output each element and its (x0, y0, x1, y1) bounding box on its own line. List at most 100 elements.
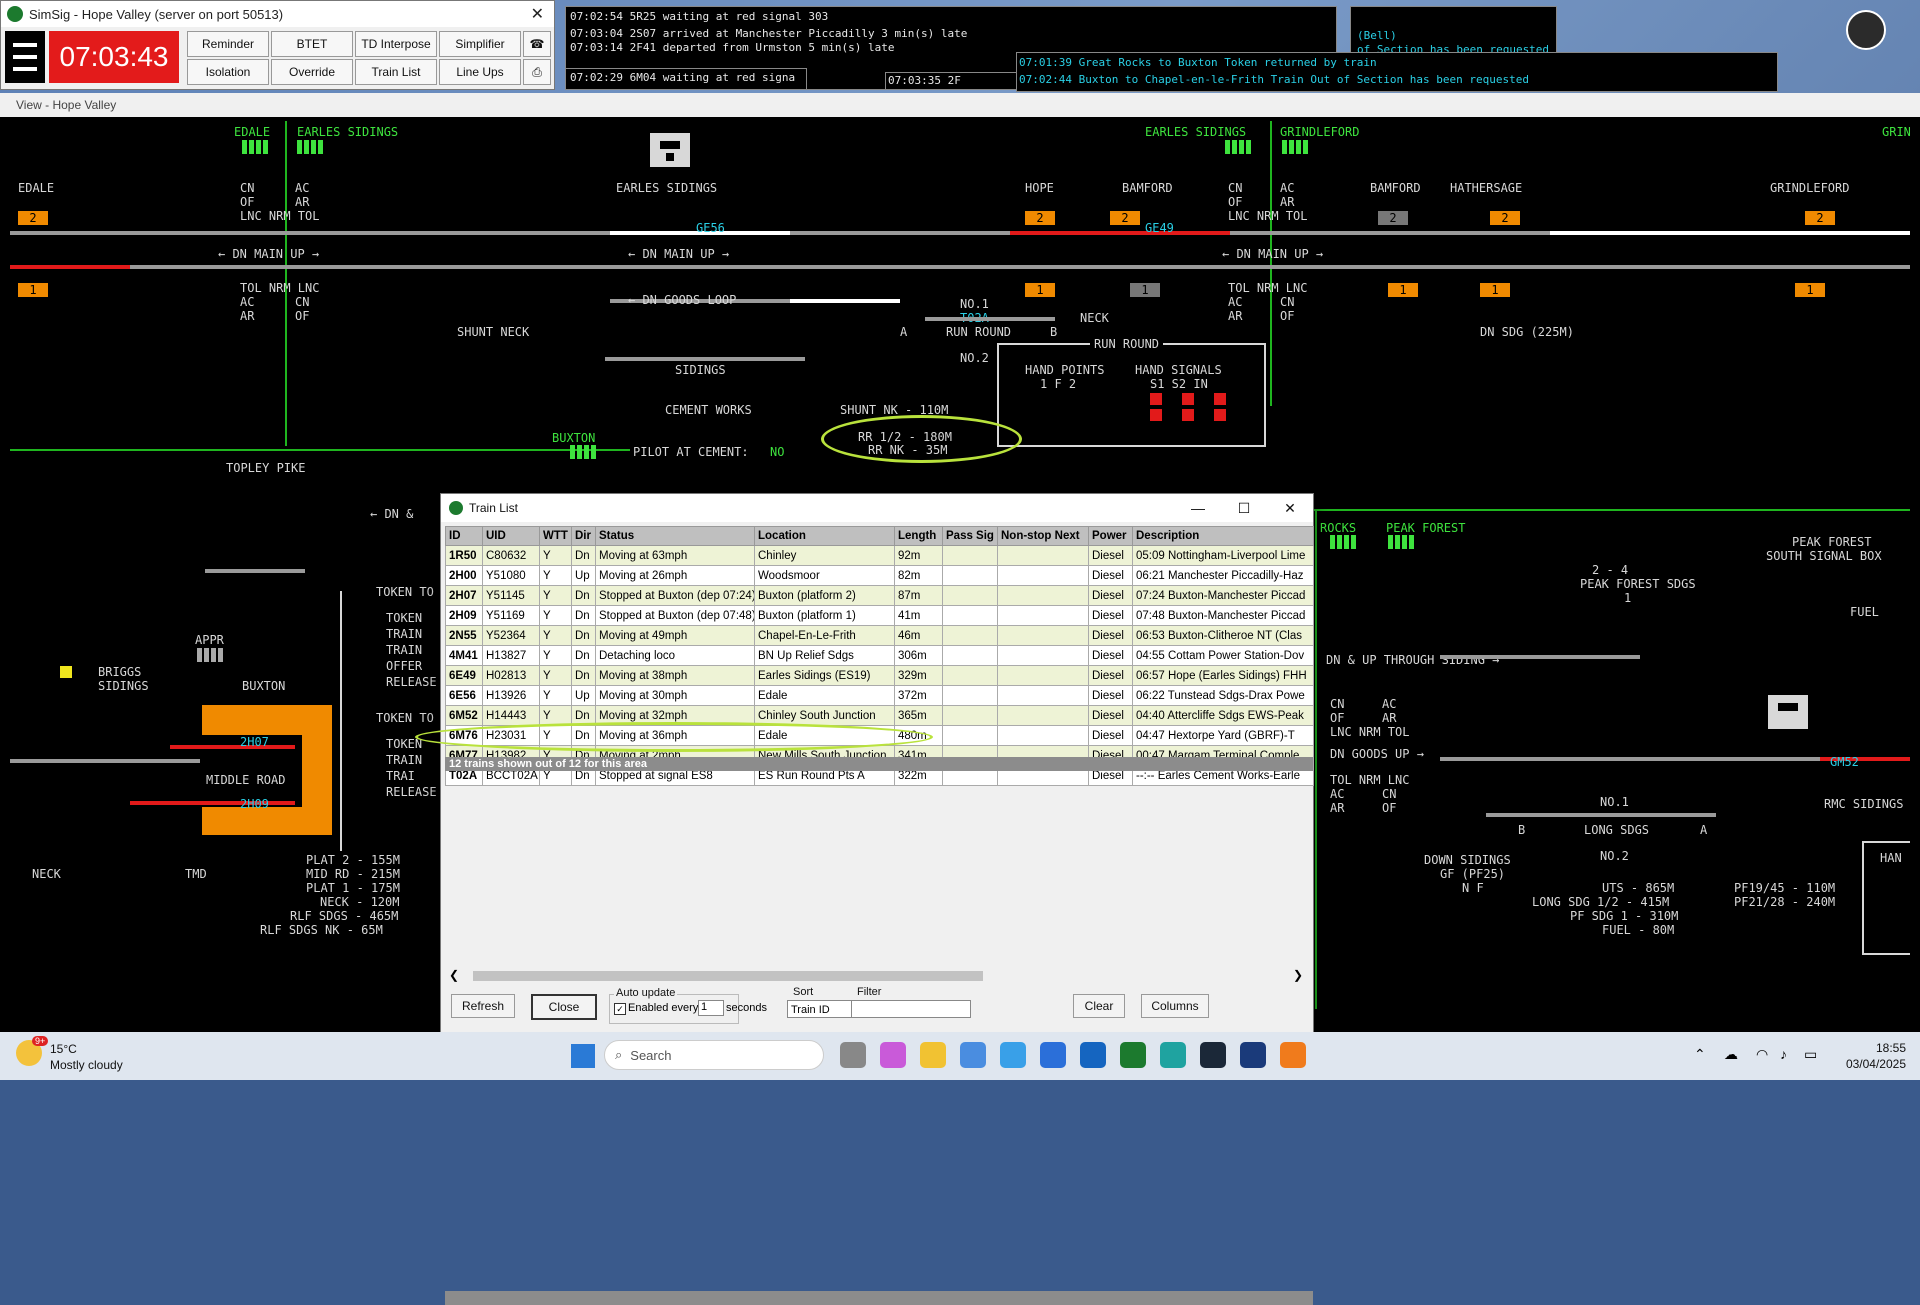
berth-box[interactable]: 1 (1025, 283, 1055, 297)
dn-goods-loop-routed[interactable] (790, 299, 900, 303)
up-main-track[interactable] (10, 231, 610, 235)
column-header[interactable]: Non-stop Next (997, 526, 1089, 546)
hand-signal-indicator[interactable] (1214, 409, 1226, 421)
column-header[interactable]: ID (445, 526, 483, 546)
refresh-button[interactable]: Refresh (451, 994, 515, 1018)
berth-box[interactable]: 1 (1480, 283, 1510, 297)
clear-button[interactable]: Clear (1073, 994, 1125, 1018)
berth-box[interactable]: 1 (18, 283, 48, 297)
store-icon[interactable] (960, 1042, 986, 1068)
battery-icon[interactable]: ▭ (1804, 1046, 1817, 1063)
train-list-button[interactable]: Train List (355, 59, 437, 85)
scroll-right-icon[interactable]: ❯ (1293, 968, 1303, 982)
up-main-track[interactable] (790, 231, 1010, 235)
horizontal-scrollbar[interactable]: ❮ ❯ (445, 968, 1309, 984)
column-header[interactable]: Pass Sig (942, 526, 998, 546)
train-berth-ge49[interactable]: GE49 (1145, 221, 1174, 235)
printer-icon[interactable]: ⎙ (523, 59, 551, 85)
btet-button[interactable]: BTET (271, 31, 353, 57)
berth-box[interactable]: 2 (1490, 211, 1520, 225)
berth-box[interactable]: 2 (1378, 211, 1408, 225)
table-row[interactable]: 2N55 Y52364 Y Dn Moving at 49mph Chapel-En-Le… (445, 625, 1314, 646)
weather-text[interactable]: Mostly cloudy (50, 1058, 123, 1072)
column-header[interactable]: Location (754, 526, 895, 546)
close-icon[interactable]: ✕ (531, 4, 544, 24)
close-icon[interactable]: ✕ (1267, 500, 1313, 517)
buxton-approach-track[interactable] (10, 759, 200, 763)
up-main-track-occupied[interactable] (1010, 231, 1230, 235)
berth-box[interactable]: 2 (1805, 211, 1835, 225)
telephone-icon[interactable]: ☎ (523, 31, 551, 57)
simplifier-button[interactable]: Simplifier (439, 31, 521, 57)
sim-clock[interactable]: 07:03:43 (49, 31, 179, 83)
column-header[interactable]: Length (894, 526, 943, 546)
columns-button[interactable]: Columns (1141, 994, 1209, 1018)
messages-window-right[interactable]: 07:01:39 Great Rocks to Buxton Token ret… (1016, 52, 1778, 92)
hand-signal-indicator[interactable] (1214, 393, 1226, 405)
train-berth-gm52[interactable]: GM52 (1830, 755, 1859, 769)
berth-box[interactable]: 1 (1130, 283, 1160, 297)
berth-box[interactable]: 2 (1025, 211, 1055, 225)
steam-icon[interactable] (1200, 1042, 1226, 1068)
column-header[interactable]: WTT (539, 526, 572, 546)
train-berth-ge56[interactable]: GE56 (696, 221, 725, 235)
app-icon[interactable] (1240, 1042, 1266, 1068)
scroll-left-icon[interactable]: ❮ (449, 968, 459, 982)
override-button[interactable]: Override (271, 59, 353, 85)
run-round-track[interactable] (925, 317, 1055, 321)
help-icon[interactable] (1000, 1042, 1026, 1068)
hand-signal-indicator[interactable] (1182, 393, 1194, 405)
edge-icon[interactable] (1160, 1042, 1186, 1068)
sidings-track[interactable] (605, 357, 805, 361)
simsig-taskbar-icon[interactable] (1120, 1042, 1146, 1068)
dn-main-track[interactable] (130, 265, 1910, 269)
menu-button[interactable] (5, 31, 45, 83)
indicator-yellow[interactable] (60, 666, 72, 678)
chevron-up-icon[interactable]: ⌃ (1694, 1046, 1706, 1063)
interval-stepper[interactable]: 1 (698, 1000, 724, 1016)
long-sidings-track[interactable] (1486, 813, 1716, 817)
signal-box-icon[interactable] (650, 133, 690, 167)
minimize-icon[interactable]: — (1175, 500, 1221, 517)
signal-box-icon[interactable] (1768, 695, 1808, 729)
messages-window-behind[interactable]: (Bell) of Section has been requested (1350, 6, 1557, 53)
filter-input[interactable] (851, 1000, 971, 1018)
dn-goods-track[interactable] (1440, 757, 1820, 761)
table-row[interactable]: 1R50 C80632 Y Dn Moving at 63mph Chinley 92m Di… (445, 545, 1314, 566)
up-main-track-routed[interactable] (1550, 231, 1910, 235)
siding-track[interactable] (205, 569, 305, 573)
dn-main-track-occupied[interactable] (10, 265, 130, 269)
table-row[interactable]: 2H00 Y51080 Y Up Moving at 26mph Woodsmoor 82m… (445, 565, 1314, 586)
column-header[interactable]: Dir (571, 526, 596, 546)
td-interpose-button[interactable]: TD Interpose (355, 31, 437, 57)
table-row[interactable]: 2H09 Y51169 Y Dn Stopped at Buxton (dep 07:4… (445, 605, 1314, 626)
copilot-icon[interactable] (880, 1042, 906, 1068)
through-siding-track[interactable] (1440, 655, 1640, 659)
app-icon[interactable] (1040, 1042, 1066, 1068)
isolation-button[interactable]: Isolation (187, 59, 269, 85)
platform-2-track-occupied[interactable] (170, 745, 295, 749)
hand-signal-indicator[interactable] (1150, 409, 1162, 421)
close-button[interactable]: Close (531, 994, 597, 1020)
column-header[interactable]: Power (1088, 526, 1133, 546)
taskbar-clock[interactable]: 18:55 03/04/2025 (1846, 1040, 1906, 1072)
weather-temp[interactable]: 15°C (50, 1042, 77, 1056)
berth-box[interactable]: 2 (18, 211, 48, 225)
toolbar-titlebar[interactable]: SimSig - Hope Valley (server on port 505… (1, 1, 554, 27)
cloud-icon[interactable]: ☁ (1724, 1046, 1738, 1063)
line-ups-button[interactable]: Line Ups (439, 59, 521, 85)
berth-box[interactable]: 2 (1110, 211, 1140, 225)
start-icon[interactable] (571, 1044, 595, 1068)
table-row[interactable]: 2H07 Y51145 Y Dn Stopped at Buxton (dep 07:2… (445, 585, 1314, 606)
table-row[interactable]: 4M41 H13827 Y Dn Detaching loco BN Up Relief … (445, 645, 1314, 666)
search-box[interactable]: ⌕ Search (604, 1040, 824, 1070)
column-header[interactable]: UID (482, 526, 540, 546)
berth-box[interactable]: 1 (1388, 283, 1418, 297)
table-row[interactable]: 6E49 H02813 Y Dn Moving at 38mph Earles Sidin… (445, 665, 1314, 686)
messages-window-stub[interactable]: 07:03:35 2F (885, 72, 1017, 90)
auto-update-checkbox[interactable]: ✓ (614, 1003, 626, 1015)
maximize-icon[interactable]: ☐ (1221, 500, 1267, 517)
hand-signal-indicator[interactable] (1182, 409, 1194, 421)
reminder-button[interactable]: Reminder (187, 31, 269, 57)
table-row[interactable]: 6E56 H13926 Y Up Moving at 30mph Edale 372m Die… (445, 685, 1314, 706)
